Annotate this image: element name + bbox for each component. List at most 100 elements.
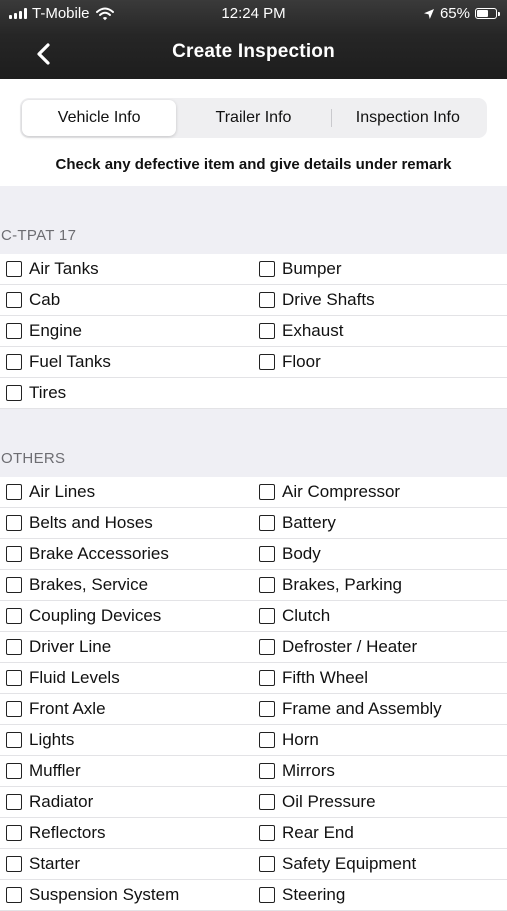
checklist-row: Brakes, Service Brakes, Parking — [0, 570, 507, 601]
checkbox[interactable] — [6, 794, 22, 810]
checklist-row: Belts and Hoses Battery — [0, 508, 507, 539]
check-item-label: Defroster / Heater — [282, 637, 418, 656]
check-item-battery[interactable]: Battery — [259, 508, 336, 538]
checkbox[interactable] — [6, 292, 22, 308]
checkbox[interactable] — [6, 608, 22, 624]
check-item-horn[interactable]: Horn — [259, 725, 319, 755]
checkbox[interactable] — [259, 261, 275, 277]
checkbox[interactable] — [6, 701, 22, 717]
check-item-label: Mirrors — [282, 761, 335, 780]
checkbox[interactable] — [259, 701, 275, 717]
checkbox[interactable] — [6, 484, 22, 500]
checkbox[interactable] — [6, 639, 22, 655]
checkbox[interactable] — [259, 825, 275, 841]
checkbox[interactable] — [259, 608, 275, 624]
check-item-defroster-heater[interactable]: Defroster / Heater — [259, 632, 417, 662]
check-item-coupling-devices[interactable]: Coupling Devices — [6, 601, 161, 631]
checkbox[interactable] — [6, 354, 22, 370]
tab-trailer-info[interactable]: Trailer Info — [176, 100, 330, 136]
checklist-row: Muffler Mirrors — [0, 756, 507, 787]
check-item-label: Clutch — [282, 606, 331, 625]
checkbox[interactable] — [259, 670, 275, 686]
check-item-cab[interactable]: Cab — [6, 285, 60, 315]
check-item-label: Horn — [282, 730, 319, 749]
check-item-safety-equipment[interactable]: Safety Equipment — [259, 849, 416, 879]
check-item-reflectors[interactable]: Reflectors — [6, 818, 106, 848]
section-title: OTHERS — [1, 450, 66, 467]
checkbox[interactable] — [259, 515, 275, 531]
checkbox[interactable] — [259, 856, 275, 872]
check-item-air-tanks[interactable]: Air Tanks — [6, 254, 99, 284]
check-item-fifth-wheel[interactable]: Fifth Wheel — [259, 663, 368, 693]
check-item-driver-line[interactable]: Driver Line — [6, 632, 111, 662]
check-item-clutch[interactable]: Clutch — [259, 601, 330, 631]
check-item-fluid-levels[interactable]: Fluid Levels — [6, 663, 120, 693]
check-item-label: Lights — [29, 730, 75, 749]
check-item-label: Starter — [29, 854, 81, 873]
checkbox[interactable] — [259, 732, 275, 748]
checkbox[interactable] — [259, 763, 275, 779]
check-item-body[interactable]: Body — [259, 539, 321, 569]
check-item-label: Brake Accessories — [29, 544, 169, 563]
check-item-brakes-service[interactable]: Brakes, Service — [6, 570, 148, 600]
check-item-label: Front Axle — [29, 699, 106, 718]
checklist-row: Brake Accessories Body — [0, 539, 507, 570]
check-item-label: Frame and Assembly — [282, 699, 442, 718]
checkbox[interactable] — [259, 546, 275, 562]
check-item-label: Coupling Devices — [29, 606, 162, 625]
check-item-tires[interactable]: Tires — [6, 378, 66, 408]
check-item-label: Air Tanks — [29, 259, 99, 278]
checkbox[interactable] — [6, 546, 22, 562]
checkbox[interactable] — [6, 670, 22, 686]
check-item-air-lines[interactable]: Air Lines — [6, 477, 95, 507]
checkbox[interactable] — [6, 887, 22, 903]
checkbox[interactable] — [259, 639, 275, 655]
checkbox[interactable] — [259, 577, 275, 593]
tab-vehicle-info[interactable]: Vehicle Info — [22, 100, 177, 136]
check-item-starter[interactable]: Starter — [6, 849, 80, 879]
checkbox[interactable] — [6, 763, 22, 779]
check-item-label: Bumper — [282, 259, 342, 278]
check-item-mirrors[interactable]: Mirrors — [259, 756, 335, 786]
section-header: OTHERS — [0, 409, 507, 477]
check-item-drive-shafts[interactable]: Drive Shafts — [259, 285, 375, 315]
checkbox[interactable] — [6, 515, 22, 531]
checklist-row: Fuel Tanks Floor — [0, 347, 507, 378]
check-item-exhaust[interactable]: Exhaust — [259, 316, 343, 346]
check-item-muffler[interactable]: Muffler — [6, 756, 81, 786]
checkbox[interactable] — [6, 385, 22, 401]
battery-icon — [475, 8, 500, 19]
check-item-label: Battery — [282, 513, 336, 532]
checkbox[interactable] — [259, 484, 275, 500]
checkbox[interactable] — [6, 261, 22, 277]
check-item-suspension-system[interactable]: Suspension System — [6, 880, 179, 910]
section-title: C-TPAT 17 — [1, 227, 77, 244]
check-item-fuel-tanks[interactable]: Fuel Tanks — [6, 347, 111, 377]
checkbox[interactable] — [259, 354, 275, 370]
check-item-rear-end[interactable]: Rear End — [259, 818, 354, 848]
checkbox[interactable] — [6, 856, 22, 872]
check-item-radiator[interactable]: Radiator — [6, 787, 93, 817]
check-item-lights[interactable]: Lights — [6, 725, 74, 755]
checkbox[interactable] — [259, 292, 275, 308]
checkbox[interactable] — [6, 732, 22, 748]
check-item-engine[interactable]: Engine — [6, 316, 82, 346]
tab-inspection-info[interactable]: Inspection Info — [330, 100, 485, 136]
checkbox[interactable] — [6, 323, 22, 339]
checkbox[interactable] — [259, 323, 275, 339]
checkbox[interactable] — [259, 887, 275, 903]
check-item-brake-accessories[interactable]: Brake Accessories — [6, 539, 169, 569]
checkbox[interactable] — [6, 825, 22, 841]
check-item-steering[interactable]: Steering — [259, 880, 345, 910]
check-item-brakes-parking[interactable]: Brakes, Parking — [259, 570, 402, 600]
check-item-front-axle[interactable]: Front Axle — [6, 694, 106, 724]
checkbox[interactable] — [259, 794, 275, 810]
check-item-bumper[interactable]: Bumper — [259, 254, 342, 284]
check-item-frame-and-assembly[interactable]: Frame and Assembly — [259, 694, 442, 724]
check-item-oil-pressure[interactable]: Oil Pressure — [259, 787, 376, 817]
check-item-floor[interactable]: Floor — [259, 347, 321, 377]
checkbox[interactable] — [6, 577, 22, 593]
check-item-air-compressor[interactable]: Air Compressor — [259, 477, 400, 507]
checklist-row: Air Lines Air Compressor — [0, 477, 507, 508]
check-item-belts-and-hoses[interactable]: Belts and Hoses — [6, 508, 153, 538]
